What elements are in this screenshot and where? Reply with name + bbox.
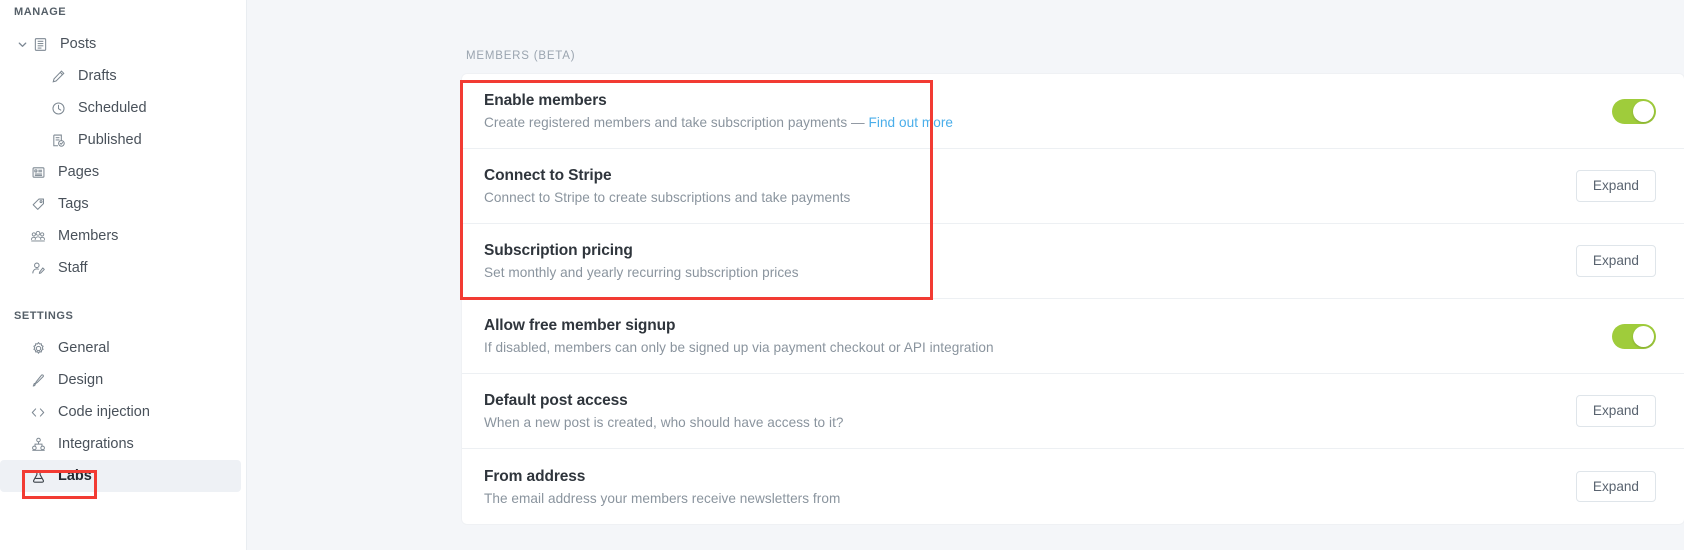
- setting-control: [1612, 99, 1656, 124]
- sidebar-item-code-injection[interactable]: Code injection: [0, 396, 241, 428]
- setting-row-default-post-access: Default post access When a new post is c…: [462, 374, 1684, 449]
- main-content: MEMBERS (BETA) Enable members Create reg…: [247, 0, 1684, 550]
- setting-description: Connect to Stripe to create subscription…: [484, 190, 850, 205]
- setting-title: Enable members: [484, 92, 953, 110]
- code-icon: [28, 402, 48, 422]
- staff-icon: [28, 258, 48, 278]
- allow-free-member-signup-toggle[interactable]: [1612, 324, 1656, 349]
- setting-row-enable-members: Enable members Create registered members…: [462, 74, 1684, 149]
- sidebar-spacer: [0, 284, 247, 310]
- page-title: MEMBERS (BETA): [462, 50, 1684, 62]
- sidebar-item-staff[interactable]: Staff: [0, 252, 241, 284]
- sidebar-item-label: General: [58, 340, 110, 356]
- sidebar-item-label: Tags: [58, 196, 89, 212]
- sidebar-item-general[interactable]: General: [0, 332, 241, 364]
- sidebar-item-integrations[interactable]: Integrations: [0, 428, 241, 460]
- setting-row-allow-free-member-signup: Allow free member signup If disabled, me…: [462, 299, 1684, 374]
- setting-row-connect-to-stripe: Connect to Stripe Connect to Stripe to c…: [462, 149, 1684, 224]
- clock-icon: [48, 98, 68, 118]
- enable-members-toggle[interactable]: [1612, 99, 1656, 124]
- sidebar-item-scheduled[interactable]: Scheduled: [0, 92, 241, 124]
- published-icon: [48, 130, 68, 150]
- setting-description: Set monthly and yearly recurring subscri…: [484, 265, 799, 280]
- sidebar-item-label: Drafts: [78, 68, 117, 84]
- setting-row-text: Connect to Stripe Connect to Stripe to c…: [484, 151, 850, 221]
- tag-icon: [28, 194, 48, 214]
- pencil-icon: [48, 66, 68, 86]
- sidebar-item-design[interactable]: Design: [0, 364, 241, 396]
- setting-title: From address: [484, 468, 840, 486]
- setting-description-text: Create registered members and take subsc…: [484, 115, 869, 130]
- setting-row-from-address: From address The email address your memb…: [462, 449, 1684, 524]
- pages-icon: [28, 162, 48, 182]
- sidebar-item-label: Labs: [58, 468, 92, 484]
- setting-description: When a new post is created, who should h…: [484, 415, 844, 430]
- brush-icon: [28, 370, 48, 390]
- toggle-knob: [1633, 326, 1654, 347]
- setting-title: Default post access: [484, 392, 844, 410]
- sidebar-item-label: Members: [58, 228, 118, 244]
- setting-description: If disabled, members can only be signed …: [484, 340, 994, 355]
- expand-button-default-post-access[interactable]: Expand: [1576, 395, 1656, 427]
- setting-row-text: Subscription pricing Set monthly and yea…: [484, 226, 799, 296]
- sidebar-item-label: Staff: [58, 260, 88, 276]
- setting-row-subscription-pricing: Subscription pricing Set monthly and yea…: [462, 224, 1684, 299]
- sidebar-item-pages[interactable]: Pages: [0, 156, 241, 188]
- sidebar-item-label: Posts: [60, 36, 96, 52]
- chevron-down-icon[interactable]: [14, 36, 30, 52]
- setting-control: Expand: [1576, 245, 1656, 277]
- flask-icon: [28, 466, 48, 486]
- content-wrapper: MEMBERS (BETA) Enable members Create reg…: [247, 0, 1684, 524]
- setting-description: Create registered members and take subsc…: [484, 115, 953, 130]
- sidebar: MANAGE Posts: [0, 0, 247, 550]
- gear-icon: [28, 338, 48, 358]
- sidebar-item-label: Published: [78, 132, 142, 148]
- setting-description: The email address your members receive n…: [484, 491, 840, 506]
- sidebar-item-label: Code injection: [58, 404, 150, 420]
- setting-control: Expand: [1576, 170, 1656, 202]
- sidebar-section-settings-label: SETTINGS: [0, 310, 247, 322]
- sidebar-item-label: Scheduled: [78, 100, 147, 116]
- sidebar-item-labs[interactable]: Labs: [0, 460, 241, 492]
- expand-button-subscription-pricing[interactable]: Expand: [1576, 245, 1656, 277]
- sidebar-section-manage-label: MANAGE: [0, 6, 247, 18]
- toggle-knob: [1633, 101, 1654, 122]
- expand-button-connect-to-stripe[interactable]: Expand: [1576, 170, 1656, 202]
- sidebar-item-tags[interactable]: Tags: [0, 188, 241, 220]
- sidebar-item-members[interactable]: Members: [0, 220, 241, 252]
- expand-button-from-address[interactable]: Expand: [1576, 471, 1656, 503]
- sidebar-item-label: Integrations: [58, 436, 134, 452]
- setting-row-text: Enable members Create registered members…: [484, 76, 953, 146]
- sidebar-item-published[interactable]: Published: [0, 124, 241, 156]
- posts-icon: [30, 34, 50, 54]
- app-root: MANAGE Posts: [0, 0, 1684, 550]
- find-out-more-link[interactable]: Find out more: [869, 115, 954, 130]
- setting-row-text: From address The email address your memb…: [484, 452, 840, 522]
- sidebar-item-label: Pages: [58, 164, 99, 180]
- integrations-icon: [28, 434, 48, 454]
- sidebar-item-drafts[interactable]: Drafts: [0, 60, 241, 92]
- members-icon: [28, 226, 48, 246]
- setting-row-text: Allow free member signup If disabled, me…: [484, 301, 994, 371]
- setting-row-text: Default post access When a new post is c…: [484, 376, 844, 446]
- setting-control: [1612, 324, 1656, 349]
- setting-control: Expand: [1576, 471, 1656, 503]
- setting-control: Expand: [1576, 395, 1656, 427]
- sidebar-item-label: Design: [58, 372, 103, 388]
- setting-title: Allow free member signup: [484, 317, 994, 335]
- setting-title: Subscription pricing: [484, 242, 799, 260]
- settings-card: Enable members Create registered members…: [462, 74, 1684, 524]
- sidebar-item-posts[interactable]: Posts: [0, 28, 241, 60]
- setting-title: Connect to Stripe: [484, 167, 850, 185]
